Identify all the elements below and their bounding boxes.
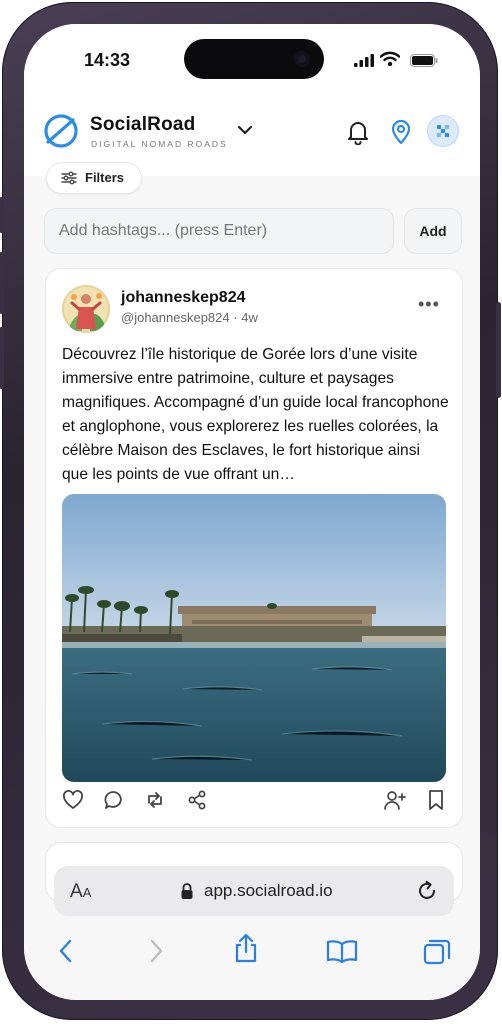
share-icon[interactable] (186, 789, 208, 811)
sliders-icon (61, 171, 77, 185)
tabs-icon[interactable] (423, 938, 451, 966)
hashtag-input[interactable] (44, 208, 394, 254)
forward-chevron-icon[interactable] (148, 938, 164, 964)
author-avatar-image (62, 285, 110, 333)
url-text[interactable]: app.socialroad.io (204, 881, 333, 901)
avatar-pattern-icon (437, 125, 449, 137)
browser-toolbar (24, 916, 480, 1000)
more-options-button[interactable]: ••• (418, 295, 440, 313)
post-image[interactable] (62, 494, 446, 782)
wifi-icon (380, 51, 400, 67)
post-text: Découvrez l’île historique de Gorée lors… (62, 346, 449, 483)
brand-name: SocialRoad (90, 114, 196, 135)
brand-tagline: DIGITAL NOMAD ROADS (91, 139, 228, 149)
back-chevron-icon[interactable] (58, 938, 74, 964)
phone-side-button (0, 197, 4, 233)
repost-icon[interactable] (144, 789, 166, 811)
post-age: 4w (241, 310, 258, 325)
phone-volume-up (0, 252, 4, 314)
phone-power-button (496, 302, 501, 398)
chevron-down-icon[interactable] (236, 124, 254, 136)
post-author-avatar[interactable] (62, 285, 110, 333)
bookmarks-book-icon[interactable] (326, 938, 358, 964)
text-size-button[interactable]: AA (70, 881, 91, 903)
post-card: johanneskep824 @johanneskep824 · 4w ••• … (45, 268, 463, 828)
goree-island-photo (62, 494, 446, 782)
comment-bubble-icon[interactable] (103, 789, 125, 811)
status-time: 14:33 (84, 50, 131, 70)
status-bar: 14:33 (24, 24, 480, 94)
app-screen: 14:33 SocialRoad DIGITAL NOMAD ROADS Fil… (24, 24, 480, 1000)
bookmark-icon[interactable] (427, 789, 445, 811)
battery-icon (410, 54, 438, 67)
location-pin-icon[interactable] (390, 119, 412, 145)
phone-frame: 14:33 SocialRoad DIGITAL NOMAD ROADS Fil… (0, 2, 501, 1020)
signal-icon (354, 54, 374, 67)
phone-volume-down (0, 327, 4, 389)
lock-icon (181, 883, 193, 899)
dynamic-island (184, 39, 324, 79)
add-hashtag-button[interactable]: Add (404, 208, 462, 254)
post-handle: @johanneskep824 (121, 310, 230, 325)
filters-label: Filters (85, 170, 125, 185)
post-username[interactable]: johanneskep824 (121, 289, 246, 307)
reload-icon[interactable] (416, 880, 438, 902)
socialroad-logo-icon[interactable] (42, 112, 80, 150)
like-heart-icon[interactable] (62, 789, 84, 811)
user-avatar-button[interactable] (428, 116, 458, 146)
filters-button[interactable]: Filters (46, 162, 142, 194)
post-meta-separator: · (233, 310, 238, 325)
post-meta: @johanneskep824 · 4w (121, 310, 258, 325)
share-sheet-icon[interactable] (233, 932, 259, 964)
browser-address-bar[interactable]: AA app.socialroad.io (54, 866, 454, 916)
follow-user-icon[interactable] (383, 789, 407, 811)
notifications-bell-icon[interactable] (346, 119, 370, 145)
